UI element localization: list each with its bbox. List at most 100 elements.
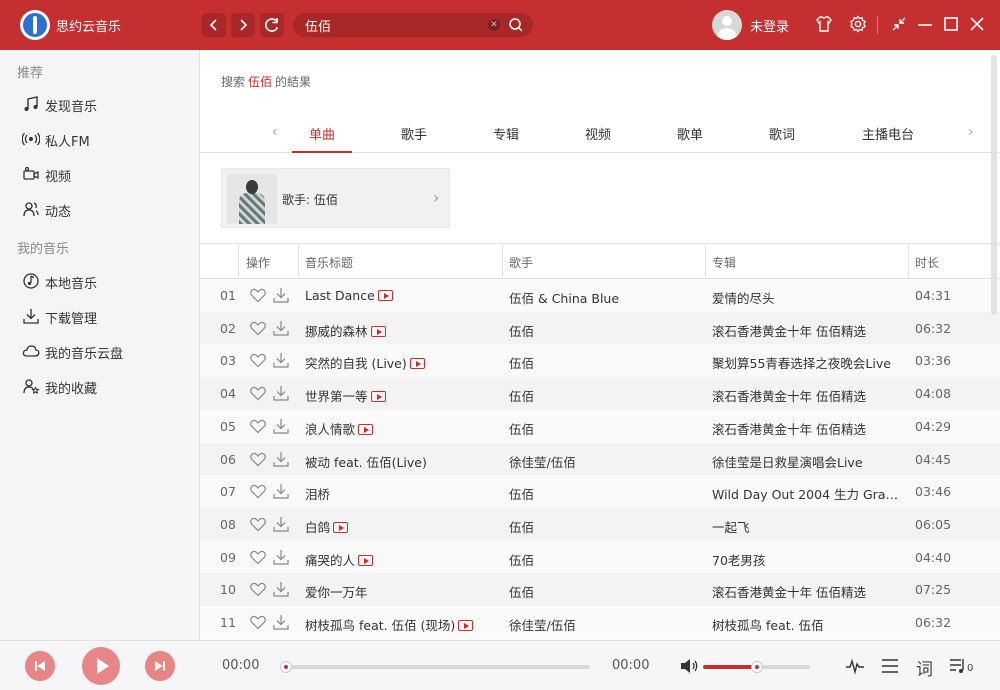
song-album[interactable]: Wild Day Out 2004 生力 Grand Slam...	[712, 484, 902, 503]
song-artist[interactable]: 伍佰	[509, 419, 534, 438]
tab-albums[interactable]: 专辑	[480, 124, 532, 153]
mv-icon[interactable]	[409, 358, 425, 370]
progress-slider[interactable]	[280, 661, 590, 673]
heart-icon[interactable]	[249, 516, 267, 532]
song-title[interactable]: 挪威的森林	[305, 321, 386, 340]
song-artist[interactable]: 伍佰	[509, 386, 534, 405]
song-artist[interactable]: 伍佰	[509, 484, 534, 503]
tab-lyrics[interactable]: 歌词	[756, 124, 808, 153]
tabs-prev-icon[interactable]: ‹	[272, 124, 278, 140]
song-title[interactable]: 白鸽	[305, 517, 349, 536]
mv-icon[interactable]	[358, 554, 374, 566]
sound-effect-button[interactable]	[844, 655, 866, 677]
mv-icon[interactable]	[377, 290, 393, 301]
sidebar-item-downloads[interactable]: 下载管理	[0, 300, 199, 332]
download-icon[interactable]	[272, 319, 290, 337]
table-row[interactable]: 09 痛哭的人 伍佰 70老男孩 04:40	[200, 540, 1000, 574]
table-row[interactable]: 11 树枝孤鸟 feat. 伍佰 (现场) 徐佳莹/伍佰 树枝孤鸟 feat. 伍佰 0…	[200, 606, 1000, 639]
heart-icon[interactable]	[249, 287, 267, 303]
playlist-button[interactable]	[947, 655, 969, 677]
table-row[interactable]: 07 泪桥 伍佰 Wild Day Out 2004 生力 Grand Slam...…	[200, 475, 1000, 508]
song-artist[interactable]: 徐佳莹/伍佰	[509, 615, 576, 634]
song-album[interactable]: 聚划算55青春选择之夜晚会Live	[712, 353, 902, 372]
song-artist[interactable]: 伍佰 & China Blue	[509, 288, 619, 307]
song-album[interactable]: 树枝孤鸟 feat. 伍佰	[712, 615, 902, 634]
sidebar-item-local-music[interactable]: 本地音乐	[0, 265, 199, 297]
tab-songs[interactable]: 单曲	[292, 124, 352, 153]
table-row[interactable]: 01 Last Dance 伍佰 & China Blue 爱情的尽头 04:31	[200, 279, 1000, 312]
mv-icon[interactable]	[370, 391, 386, 403]
song-album[interactable]: 滚石香港黄金十年 伍佰精选	[712, 386, 902, 405]
heart-icon[interactable]	[249, 352, 267, 368]
download-icon[interactable]	[272, 450, 290, 468]
heart-icon[interactable]	[249, 614, 267, 630]
song-album[interactable]: 70老男孩	[712, 550, 902, 569]
search-input[interactable]	[305, 16, 485, 34]
tabs-next-icon[interactable]: ›	[968, 124, 974, 140]
song-artist[interactable]: 伍佰	[509, 550, 534, 569]
clear-search-icon[interactable]: ✕	[488, 19, 500, 31]
table-row[interactable]: 04 世界第一等 伍佰 滚石香港黄金十年 伍佰精选 04:08	[200, 377, 1000, 410]
avatar[interactable]	[712, 10, 742, 40]
heart-icon[interactable]	[249, 320, 267, 336]
close-button[interactable]	[967, 14, 987, 36]
maximize-button[interactable]	[941, 14, 961, 36]
login-link[interactable]: 未登录	[750, 16, 789, 35]
song-artist[interactable]: 伍佰	[509, 321, 534, 340]
play-mode-button[interactable]	[879, 655, 901, 677]
header-artist[interactable]: 歌手	[509, 254, 533, 271]
header-title[interactable]: 音乐标题	[305, 254, 353, 271]
minimize-button[interactable]	[915, 14, 935, 36]
song-title[interactable]: 泪桥	[305, 484, 330, 503]
header-album[interactable]: 专辑	[712, 254, 736, 271]
heart-icon[interactable]	[249, 581, 267, 597]
search-icon[interactable]	[506, 15, 526, 35]
settings-button[interactable]	[848, 14, 868, 36]
table-row[interactable]: 10 爱你一万年 伍佰 滚石香港黄金十年 伍佰精选 07:25	[200, 573, 1000, 606]
lyric-button[interactable]: 词	[916, 655, 933, 680]
table-row[interactable]: 08 白鸽 伍佰 一起飞 06:05	[200, 507, 1000, 541]
forward-button[interactable]	[231, 13, 255, 37]
song-artist[interactable]: 伍佰	[509, 517, 534, 536]
progress-knob[interactable]	[280, 661, 292, 673]
mv-icon[interactable]	[458, 620, 474, 631]
heart-icon[interactable]	[249, 483, 267, 499]
song-title[interactable]: 树枝孤鸟 feat. 伍佰 (现场)	[305, 615, 474, 634]
mv-icon[interactable]	[333, 521, 349, 533]
heart-icon[interactable]	[249, 385, 267, 401]
song-title[interactable]: 爱你一万年	[305, 582, 368, 601]
play-button[interactable]	[82, 647, 120, 685]
sidebar-item-discover[interactable]: 发现音乐	[0, 88, 199, 120]
download-icon[interactable]	[272, 613, 290, 631]
mv-icon[interactable]	[358, 423, 374, 435]
header-duration[interactable]: 时长	[915, 254, 939, 271]
previous-button[interactable]	[25, 651, 55, 681]
tab-radio[interactable]: 主播电台	[852, 124, 924, 153]
song-title[interactable]: 突然的自我 (Live)	[305, 353, 425, 372]
sidebar-item-cloud[interactable]: 我的音乐云盘	[0, 335, 199, 367]
song-title[interactable]: 被动 feat. 伍佰(Live)	[305, 452, 427, 471]
song-album[interactable]: 滚石香港黄金十年 伍佰精选	[712, 582, 902, 601]
sidebar-item-collection[interactable]: 我的收藏	[0, 370, 199, 402]
skin-button[interactable]	[814, 14, 834, 36]
tab-playlists[interactable]: 歌单	[664, 124, 716, 153]
table-row[interactable]: 06 被动 feat. 伍佰(Live) 徐佳莹/伍佰 徐佳莹是日救星演唱会Live 0…	[200, 442, 1000, 476]
song-album[interactable]: 一起飞	[712, 517, 902, 536]
song-title[interactable]: Last Dance	[305, 288, 393, 303]
song-artist[interactable]: 伍佰	[509, 582, 534, 601]
mv-icon[interactable]	[370, 325, 386, 337]
sidebar-item-video[interactable]: 视频	[0, 158, 199, 190]
heart-icon[interactable]	[249, 451, 267, 467]
download-icon[interactable]	[272, 417, 290, 435]
song-artist[interactable]: 伍佰	[509, 353, 534, 372]
song-album[interactable]: 徐佳莹是日救星演唱会Live	[712, 452, 902, 471]
download-icon[interactable]	[272, 482, 290, 500]
download-icon[interactable]	[272, 351, 290, 369]
artist-card[interactable]: 歌手: 伍佰 ›	[221, 168, 450, 228]
sidebar-item-feed[interactable]: 动态	[0, 193, 199, 225]
song-title[interactable]: 痛哭的人	[305, 550, 374, 569]
heart-icon[interactable]	[249, 418, 267, 434]
download-icon[interactable]	[272, 580, 290, 598]
download-icon[interactable]	[272, 548, 290, 566]
tab-videos[interactable]: 视频	[572, 124, 624, 153]
